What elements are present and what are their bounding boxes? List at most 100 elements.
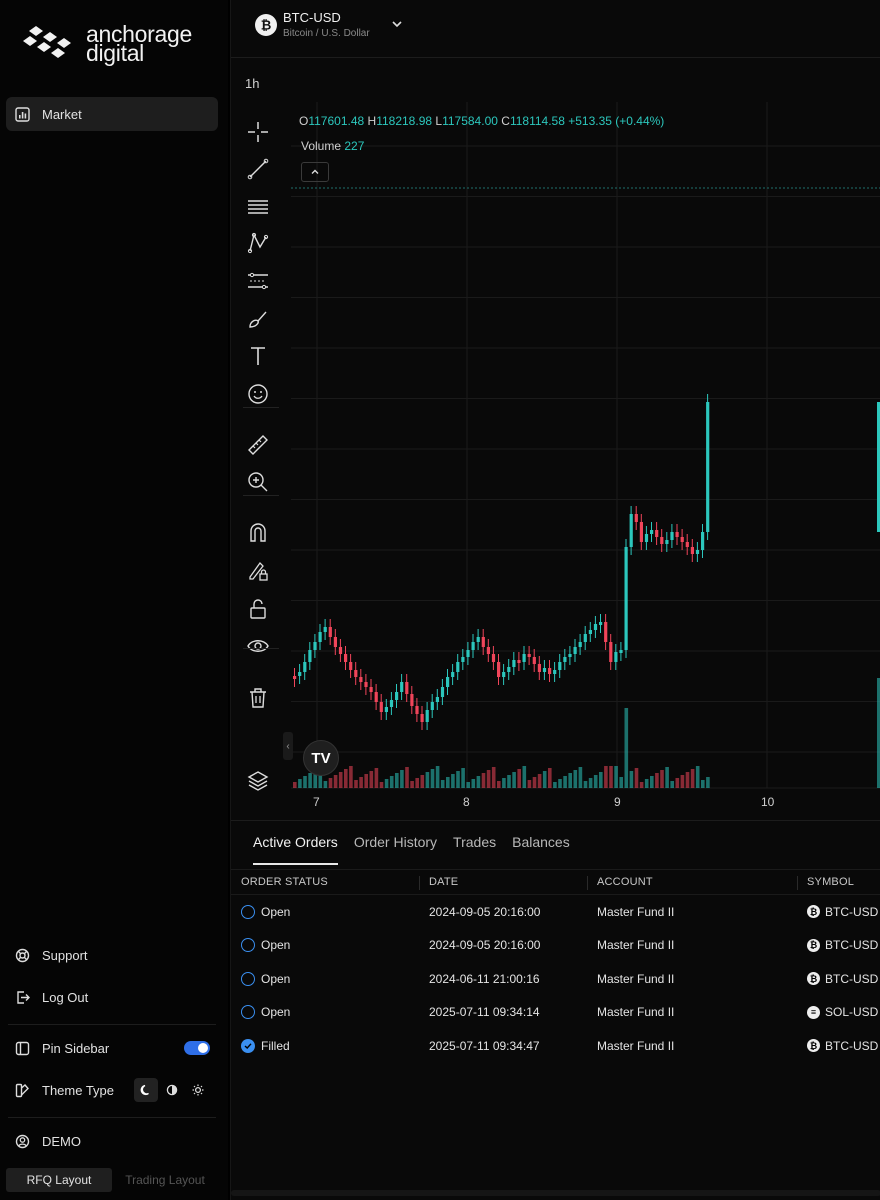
volume-bar: [527, 780, 532, 788]
eye-icon: [247, 640, 269, 652]
open-status-icon: [241, 1005, 255, 1020]
toolbar-collapse-handle[interactable]: ‹: [283, 732, 293, 760]
pin-sidebar-toggle[interactable]: [184, 1041, 210, 1055]
symbol-selector[interactable]: ₿ BTC-USD Bitcoin / U.S. Dollar: [231, 0, 880, 58]
bitcoin-icon: ₿: [807, 1039, 820, 1053]
theme-dark-button[interactable]: [134, 1078, 158, 1102]
column-header-status[interactable]: ORDER STATUS: [241, 870, 328, 894]
volume-bar: [293, 782, 297, 788]
candle-body: [497, 662, 501, 677]
order-status-text: Filled: [261, 1038, 290, 1053]
forecast-tool[interactable]: [245, 268, 271, 294]
eye-tool[interactable]: [245, 633, 271, 659]
volume-bar: [660, 770, 664, 788]
volume-bar: [690, 769, 695, 788]
trading-layout-tab[interactable]: Trading Layout: [112, 1168, 218, 1192]
brush-icon: [249, 311, 267, 328]
layers-tool[interactable]: [245, 768, 271, 794]
table-row[interactable]: Open 2025-07-11 09:34:14 Master Fund II ≡ SO…: [231, 996, 880, 1030]
theme-contrast-button[interactable]: [160, 1078, 184, 1102]
candle-body: [369, 687, 373, 692]
order-status-text: Open: [261, 938, 291, 953]
candle-body: [328, 627, 332, 637]
volume-value: 227: [344, 139, 365, 153]
candle-body: [435, 697, 439, 702]
order-symbol-text: BTC-USD: [825, 971, 879, 986]
volume-bar: [542, 771, 547, 788]
tab-trades[interactable]: Trades: [453, 833, 496, 865]
layout-switcher: RFQ Layout Trading Layout: [6, 1168, 218, 1192]
candle-body: [420, 714, 424, 722]
rfq-layout-tab[interactable]: RFQ Layout: [6, 1168, 112, 1192]
candle-body: [491, 654, 496, 662]
tab-balances[interactable]: Balances: [512, 833, 570, 865]
horizontal-scrollbar[interactable]: [231, 1190, 880, 1196]
order-status: Filled: [241, 1029, 290, 1063]
text-icon: [251, 347, 265, 365]
volume-bar: [670, 781, 674, 788]
tab-order-history[interactable]: Order History: [354, 833, 437, 865]
trash-tool[interactable]: [245, 685, 271, 711]
magnet-tool[interactable]: [245, 520, 271, 546]
zoom-in-tool[interactable]: [245, 469, 271, 495]
table-row[interactable]: Open 2024-09-05 20:16:00 Master Fund II ₿ BT…: [231, 895, 880, 929]
crosshair-tool[interactable]: [245, 119, 271, 145]
table-row[interactable]: Open 2024-06-11 21:00:16 Master Fund II ₿ BT…: [231, 962, 880, 996]
pattern-tool[interactable]: [245, 230, 271, 256]
tab-active-orders[interactable]: Active Orders: [253, 833, 338, 865]
candle-body: [354, 670, 358, 677]
brush-tool[interactable]: [245, 306, 271, 332]
price-chart[interactable]: [231, 102, 880, 818]
column-header-symbol[interactable]: SYMBOL: [807, 870, 854, 894]
unlock-tool[interactable]: [245, 596, 271, 622]
trendline-tool[interactable]: [245, 156, 271, 182]
candle-body: [502, 672, 506, 677]
candle-body: [384, 707, 388, 712]
anchorage-logo[interactable]: anchorage digital: [22, 23, 192, 65]
ruler-tool[interactable]: [245, 432, 271, 458]
table-row[interactable]: Open 2024-09-05 20:16:00 Master Fund II ₿ BT…: [231, 929, 880, 963]
logout-label: Log Out: [42, 989, 89, 1005]
sidebar-divider: [8, 1024, 216, 1025]
interval-selector[interactable]: 1h: [245, 76, 259, 91]
candle-body: [364, 682, 368, 687]
magnet-icon: [250, 523, 266, 542]
volume-bar: [435, 766, 440, 788]
emoji-tool[interactable]: [245, 381, 271, 407]
column-header-account[interactable]: ACCOUNT: [597, 870, 653, 894]
column-header-date[interactable]: DATE: [429, 870, 458, 894]
candle-body: [655, 530, 659, 537]
column-separator: [797, 876, 798, 890]
order-status: Open: [241, 895, 290, 929]
support-link[interactable]: Support: [6, 938, 218, 972]
text-tool[interactable]: [245, 343, 271, 369]
theme-type-label: Theme Type: [42, 1082, 115, 1098]
theme-light-button[interactable]: [186, 1078, 210, 1102]
volume-bar: [420, 775, 425, 788]
table-row[interactable]: Filled 2025-07-11 09:34:47 Master Fund II ₿…: [231, 1029, 880, 1063]
support-label: Support: [42, 947, 88, 963]
horizontal-lines-tool[interactable]: [245, 194, 271, 220]
order-account: Master Fund II: [597, 938, 675, 953]
tradingview-logo[interactable]: TV: [303, 740, 339, 776]
candle-body: [308, 650, 312, 662]
volume-bar: [491, 767, 496, 788]
order-date: 2024-09-05 20:16:00: [429, 938, 541, 953]
volume-bar: [614, 766, 618, 788]
volume-bar: [537, 774, 542, 788]
user-profile[interactable]: DEMO: [6, 1124, 218, 1158]
lock-drawing-tool[interactable]: [245, 558, 271, 584]
logout-link[interactable]: Log Out: [6, 980, 218, 1014]
candle-body: [293, 676, 297, 679]
order-account: Master Fund II: [597, 904, 675, 919]
candle-body: [588, 630, 592, 634]
sun-icon: [192, 1084, 204, 1096]
candle-body: [660, 537, 664, 544]
volume-bar: [701, 780, 705, 788]
sidebar: anchorage digital Market Support Log Out: [0, 0, 228, 1200]
volume-bar: [486, 770, 491, 788]
candle-body: [359, 677, 363, 682]
trash-icon: [250, 688, 266, 708]
collapse-legend-button[interactable]: [301, 162, 329, 182]
sidebar-item-market[interactable]: Market: [6, 97, 218, 131]
